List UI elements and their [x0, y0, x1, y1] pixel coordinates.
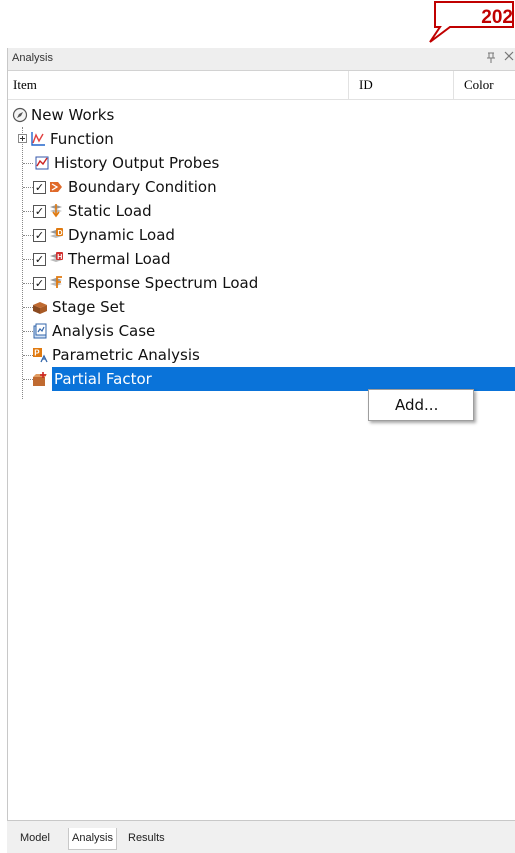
- tree-label: History Output Probes: [54, 154, 220, 172]
- tree-row-history-output-probes[interactable]: History Output Probes: [8, 151, 515, 175]
- panel-title: Analysis: [12, 52, 53, 64]
- tree-label: Static Load: [68, 202, 152, 220]
- column-header-item[interactable]: Item: [8, 71, 349, 99]
- tree-row-stage-set[interactable]: Stage Set: [8, 295, 515, 319]
- tab-model[interactable]: Model: [17, 828, 53, 850]
- dynamic-load-checkbox[interactable]: ✓: [33, 229, 46, 242]
- tree-row-new-works[interactable]: New Works: [8, 103, 515, 127]
- parametric-analysis-icon: P: [33, 348, 48, 363]
- tree-connector: [23, 211, 33, 212]
- tab-results[interactable]: Results: [125, 828, 168, 850]
- stage-set-icon: [33, 302, 47, 314]
- bottom-tab-bar: Model Analysis Results: [7, 820, 515, 853]
- tree-connector: [23, 235, 33, 236]
- svg-text:H: H: [57, 254, 62, 261]
- tree-row-thermal-load[interactable]: ✓ H Thermal Load: [8, 247, 515, 271]
- response-spectrum-icon: [50, 276, 62, 288]
- tree-row-boundary-condition[interactable]: ✓ Boundary Condition: [8, 175, 515, 199]
- tree-label: Analysis Case: [52, 322, 156, 340]
- context-menu: Add...: [368, 389, 474, 421]
- close-icon[interactable]: [504, 51, 515, 65]
- tab-analysis[interactable]: Analysis: [68, 828, 117, 850]
- tree-label: New Works: [31, 106, 115, 124]
- dynamic-load-icon: D: [50, 228, 63, 238]
- boundary-condition-icon: [50, 182, 62, 192]
- panel-header: Analysis: [8, 48, 515, 71]
- tree-connector: [23, 187, 33, 188]
- tree-connector: [23, 163, 33, 164]
- column-header-row: Item ID Color: [8, 71, 515, 100]
- tree-row-partial-factor[interactable]: Partial Factor: [8, 367, 515, 391]
- tree-row-parametric-analysis[interactable]: P Parametric Analysis: [8, 343, 515, 367]
- function-graph-icon: [31, 132, 45, 146]
- tree-row-static-load[interactable]: ✓ Static Load: [8, 199, 515, 223]
- thermal-load-icon: H: [50, 252, 63, 262]
- thermal-load-checkbox[interactable]: ✓: [33, 253, 46, 266]
- static-load-checkbox[interactable]: ✓: [33, 205, 46, 218]
- tree-connector: [23, 259, 33, 260]
- tree-label: Boundary Condition: [68, 178, 217, 196]
- tree-row-function[interactable]: Function: [8, 127, 515, 151]
- tree-label: Function: [50, 130, 114, 148]
- context-menu-add[interactable]: Add...: [395, 390, 438, 420]
- tree-row-response-spectrum-load[interactable]: ✓ Response Spectrum Load: [8, 271, 515, 295]
- column-header-color[interactable]: Color: [454, 71, 515, 99]
- probe-chart-icon: [35, 156, 49, 170]
- column-header-id[interactable]: ID: [349, 71, 454, 99]
- svg-text:P: P: [34, 349, 40, 358]
- tree-label: Response Spectrum Load: [68, 274, 259, 292]
- callout-number: 202: [481, 7, 513, 28]
- response-spectrum-load-checkbox[interactable]: ✓: [33, 277, 46, 290]
- pin-icon[interactable]: [485, 52, 497, 66]
- tree-row-dynamic-load[interactable]: ✓ D Dynamic Load: [8, 223, 515, 247]
- tree-label: Parametric Analysis: [52, 346, 200, 364]
- analysis-panel: Analysis Item ID Color New Works Functio…: [7, 48, 515, 853]
- partial-factor-icon: [33, 372, 47, 386]
- compass-icon: [12, 107, 28, 123]
- tree-label: Dynamic Load: [68, 226, 175, 244]
- expand-icon[interactable]: [18, 134, 27, 143]
- static-load-icon: [50, 204, 62, 218]
- tree-label: Partial Factor: [54, 370, 152, 388]
- analysis-tree: New Works Function History Output Probes…: [8, 103, 515, 403]
- svg-text:D: D: [58, 230, 63, 237]
- tree-connector: [23, 283, 33, 284]
- tree-label: Stage Set: [52, 298, 125, 316]
- analysis-case-icon: [33, 323, 47, 339]
- tree-row-analysis-case[interactable]: Analysis Case: [8, 319, 515, 343]
- tree-label: Thermal Load: [68, 250, 171, 268]
- boundary-condition-checkbox[interactable]: ✓: [33, 181, 46, 194]
